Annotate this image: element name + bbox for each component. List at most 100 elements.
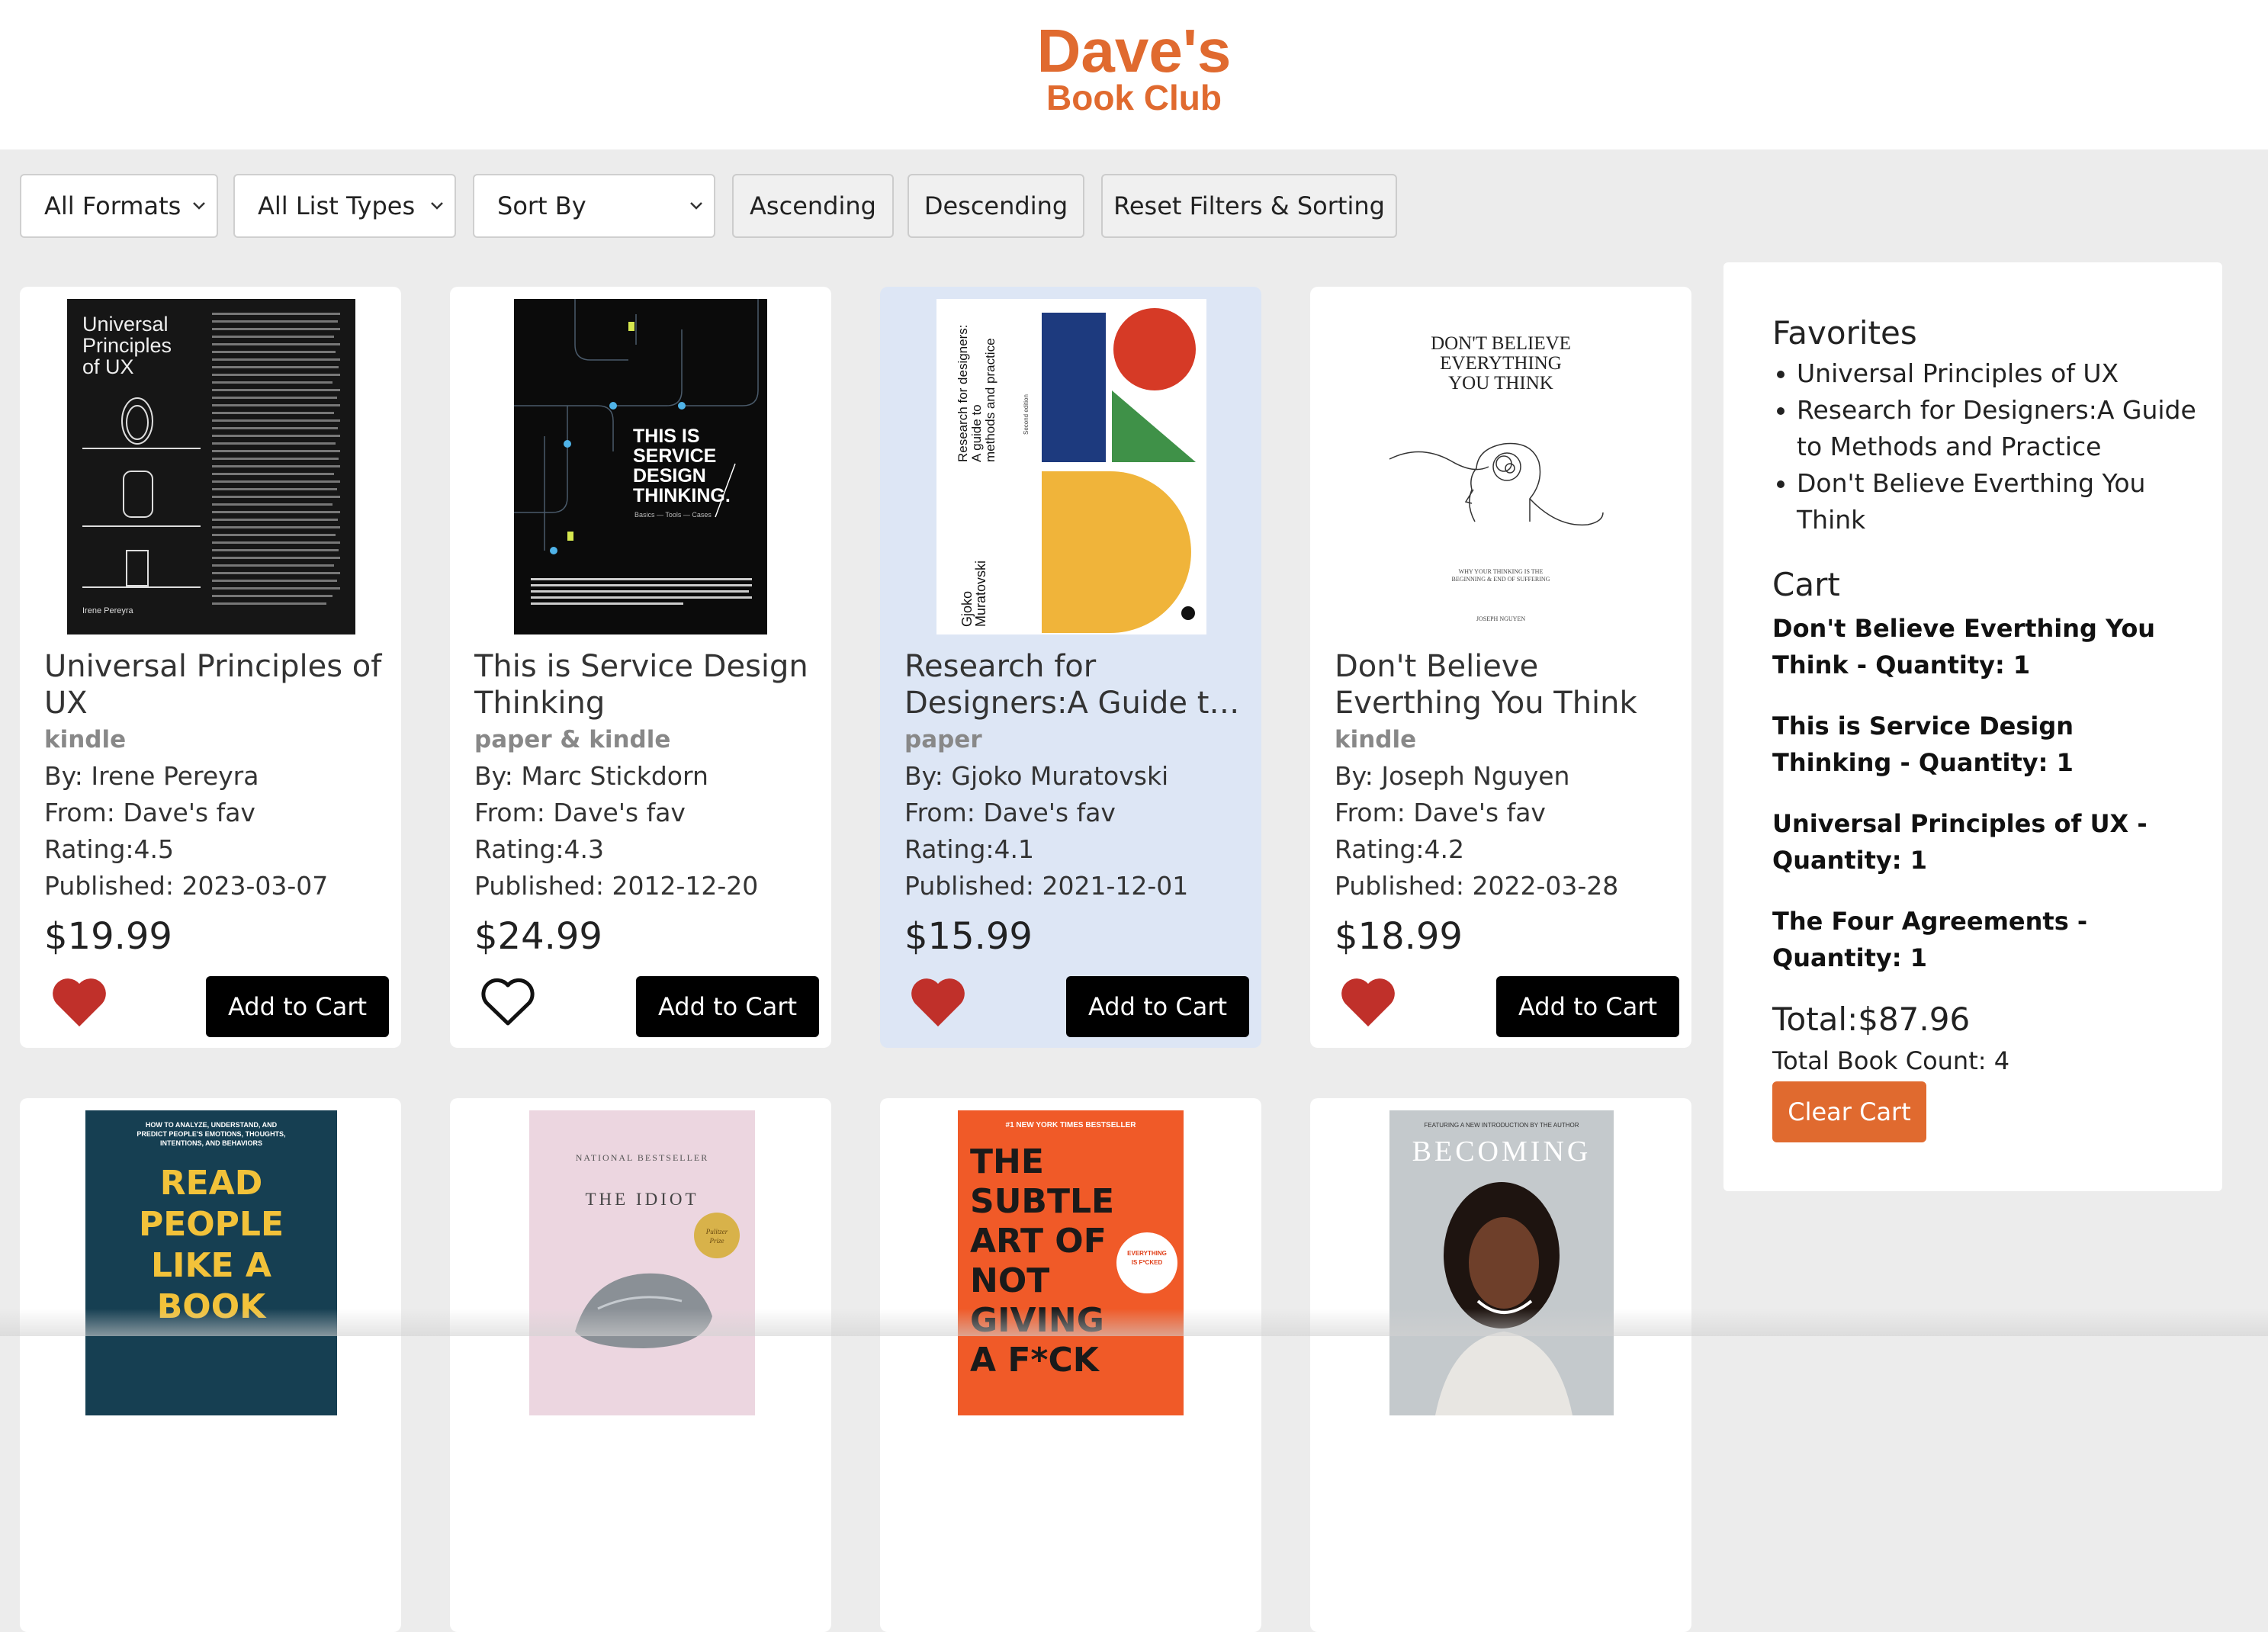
svg-text:BECOMING: BECOMING — [1412, 1136, 1592, 1168]
book-card: FEATURING A NEW INTRODUCTION BY THE AUTH… — [1310, 1098, 1691, 1632]
svg-text:Muratovski: Muratovski — [973, 561, 988, 627]
book-published: Published: 2021-12-01 — [904, 871, 1189, 901]
format-select-value: All Formats — [44, 191, 182, 220]
svg-text:EVERYTHING: EVERYTHING — [1440, 353, 1562, 374]
chevron-down-icon — [193, 202, 205, 210]
svg-text:Prize: Prize — [709, 1237, 724, 1245]
clear-cart-button[interactable]: Clear Cart — [1772, 1081, 1926, 1142]
heart-outline-icon[interactable] — [479, 976, 537, 1030]
svg-text:YOU THINK: YOU THINK — [1448, 373, 1553, 394]
svg-text:THE: THE — [970, 1142, 1044, 1181]
book-cover: Research for designers: A guide to metho… — [936, 299, 1206, 634]
chevron-down-icon — [690, 202, 702, 210]
cart-total: Total:$87.96 — [1772, 1001, 1971, 1038]
svg-text:FEATURING A NEW INTRODUCTION B: FEATURING A NEW INTRODUCTION BY THE AUTH… — [1424, 1122, 1579, 1129]
svg-text:THINKING.: THINKING. — [633, 485, 731, 506]
format-select[interactable]: All Formats — [20, 174, 218, 238]
book-price: $15.99 — [904, 915, 1033, 958]
book-cover: Universal Principles of UX Irene Pereyra — [67, 299, 355, 634]
svg-text:PEOPLE: PEOPLE — [139, 1205, 284, 1244]
book-price: $19.99 — [44, 915, 172, 958]
add-to-cart-button[interactable]: Add to Cart — [1066, 976, 1249, 1037]
svg-text:THE IDIOT: THE IDIOT — [585, 1190, 699, 1209]
favorite-item[interactable]: Universal Principles of UX — [1772, 355, 2199, 392]
favorites-list: Universal Principles of UX Research for … — [1772, 355, 2199, 538]
add-to-cart-button[interactable]: Add to Cart — [206, 976, 389, 1037]
favorite-item[interactable]: Don't Believe Everthing You Think — [1772, 465, 2199, 538]
cart-item: Don't Believe Everthing You Think - Quan… — [1772, 614, 2156, 679]
book-author: By: Joseph Nguyen — [1335, 761, 1570, 791]
svg-text:methods and practice: methods and practice — [983, 338, 997, 462]
book-format: kindle — [1335, 726, 1417, 753]
book-card: #1 NEW YORK TIMES BESTSELLER THE SUBTLE AR… — [880, 1098, 1261, 1632]
list-type-select[interactable]: All List Types — [233, 174, 456, 238]
book-source: From: Dave's fav — [44, 798, 255, 827]
book-title: Universal Principles of UX — [44, 649, 382, 721]
book-source: From: Dave's fav — [904, 798, 1116, 827]
book-source: From: Dave's fav — [474, 798, 686, 827]
svg-text:EVERYTHING: EVERYTHING — [1127, 1250, 1167, 1257]
book-cover: FEATURING A NEW INTRODUCTION BY THE AUTH… — [1389, 1110, 1614, 1415]
heart-filled-icon[interactable] — [909, 976, 967, 1030]
book-title: Research for Designers:A Guide to Method… — [904, 649, 1228, 721]
cart-item: This is Service Design Thinking - Quanti… — [1772, 712, 2074, 777]
svg-text:of UX: of UX — [82, 355, 134, 378]
scroll-fade — [0, 1309, 2268, 1336]
cart-heading: Cart — [1772, 566, 1840, 603]
svg-text:READ: READ — [160, 1164, 263, 1203]
cart-book-count: Total Book Count: 4 — [1772, 1046, 2010, 1075]
svg-text:A guide to: A guide to — [969, 404, 984, 462]
cart-item: Universal Principles of UX - Quantity: 1 — [1772, 809, 2148, 875]
svg-text:A F*CK: A F*CK — [970, 1341, 1100, 1380]
add-to-cart-button[interactable]: Add to Cart — [1496, 976, 1679, 1037]
book-author: By: Gjoko Muratovski — [904, 761, 1169, 791]
book-card: HOW TO ANALYZE, UNDERSTAND, AND PREDICT … — [20, 1098, 401, 1632]
svg-text:WHY YOUR THINKING IS THE: WHY YOUR THINKING IS THE — [1459, 568, 1544, 575]
book-cover: DON'T BELIEVE EVERYTHING YOU THINK WHY Y… — [1374, 299, 1627, 634]
heart-filled-icon[interactable] — [50, 976, 108, 1030]
sort-select[interactable]: Sort By — [473, 174, 715, 238]
book-cover: #1 NEW YORK TIMES BESTSELLER THE SUBTLE AR… — [958, 1110, 1184, 1415]
svg-text:JOSEPH NGUYEN: JOSEPH NGUYEN — [1476, 615, 1525, 622]
add-to-cart-button[interactable]: Add to Cart — [636, 976, 819, 1037]
book-author: By: Marc Stickdorn — [474, 761, 708, 791]
heart-filled-icon[interactable] — [1339, 976, 1397, 1030]
favorites-heading: Favorites — [1772, 314, 1917, 352]
book-title: Don't Believe Everthing You Think — [1335, 649, 1637, 721]
svg-text:DON'T BELIEVE: DON'T BELIEVE — [1431, 333, 1571, 354]
book-card: NATIONAL BESTSELLER THE IDIOT Pulitzer P… — [450, 1098, 831, 1632]
book-title: This is Service Design Thinking — [474, 649, 808, 721]
book-price: $18.99 — [1335, 915, 1463, 958]
book-rating: Rating:4.5 — [44, 834, 174, 864]
svg-text:Gjoko: Gjoko — [959, 591, 975, 627]
book-format: paper & kindle — [474, 726, 671, 753]
list-type-select-value: All List Types — [258, 191, 416, 220]
book-published: Published: 2012-12-20 — [474, 871, 759, 901]
svg-text:Research for designers:: Research for designers: — [956, 325, 970, 462]
book-cover: HOW TO ANALYZE, UNDERSTAND, AND PREDICT … — [85, 1110, 337, 1415]
svg-text:Irene Pereyra: Irene Pereyra — [82, 606, 134, 615]
favorite-item[interactable]: Research for Designers:A Guide to Method… — [1772, 392, 2199, 465]
svg-text:NOT: NOT — [970, 1261, 1049, 1300]
svg-text:Universal: Universal — [82, 313, 169, 336]
descending-button[interactable]: Descending — [908, 174, 1084, 238]
book-cover: NATIONAL BESTSELLER THE IDIOT Pulitzer P… — [529, 1110, 755, 1415]
svg-text:Pulitzer: Pulitzer — [705, 1228, 728, 1235]
app-header: Dave's Book Club — [0, 0, 2268, 149]
svg-text:NATIONAL BESTSELLER: NATIONAL BESTSELLER — [576, 1152, 709, 1163]
logo-subtitle: Book Club — [1046, 78, 1222, 117]
svg-text:ART OF: ART OF — [970, 1222, 1107, 1261]
svg-text:Second edition: Second edition — [1023, 394, 1030, 435]
svg-text:IS F*CKED: IS F*CKED — [1132, 1259, 1163, 1266]
svg-text:SUBTLE: SUBTLE — [970, 1182, 1114, 1221]
ascending-button[interactable]: Ascending — [732, 174, 894, 238]
svg-text:DESIGN: DESIGN — [633, 465, 706, 487]
book-format: paper — [904, 726, 982, 753]
svg-text:#1 NEW YORK TIMES BESTSELLER: #1 NEW YORK TIMES BESTSELLER — [1006, 1121, 1137, 1129]
book-rating: Rating:4.2 — [1335, 834, 1464, 864]
book-rating: Rating:4.1 — [904, 834, 1034, 864]
svg-text:INTENTIONS, AND BEHAVIORS: INTENTIONS, AND BEHAVIORS — [160, 1139, 262, 1147]
reset-filters-button[interactable]: Reset Filters & Sorting — [1101, 174, 1397, 238]
svg-text:BEGINNING & END OF SUFFERING: BEGINNING & END OF SUFFERING — [1452, 576, 1550, 583]
svg-text:THIS IS: THIS IS — [633, 426, 700, 447]
